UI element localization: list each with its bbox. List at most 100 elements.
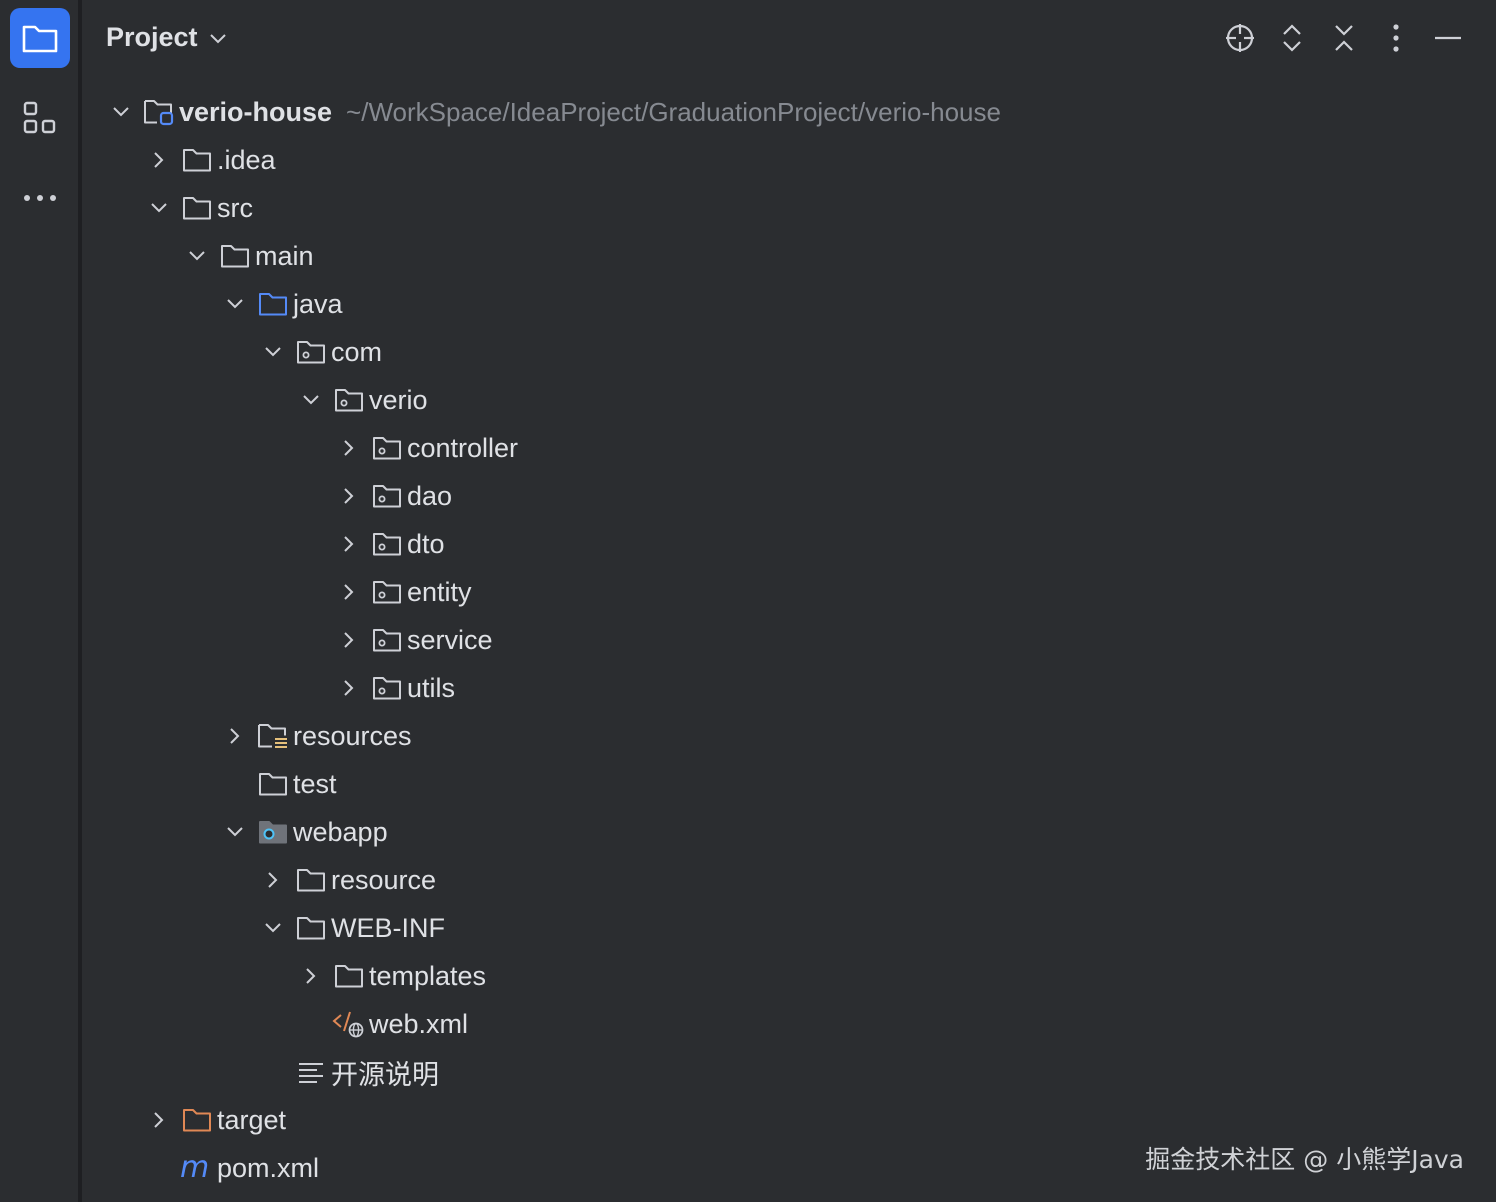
collapse-all-button[interactable] (1326, 20, 1362, 56)
folder-icon (332, 961, 366, 991)
chevron-down-icon[interactable] (106, 97, 136, 127)
tree-node[interactable]: utils (82, 664, 1496, 712)
tree-node-label: service (407, 624, 493, 655)
tree-node-label: utils (407, 672, 456, 703)
resources-root-folder-icon (256, 721, 290, 751)
web-folder-icon (256, 817, 290, 847)
chevron-right-icon[interactable] (296, 961, 326, 991)
chevron-right-icon[interactable] (144, 1105, 174, 1135)
package-icon (370, 529, 404, 559)
tree-node[interactable]: verio-house ~/WorkSpace/IdeaProject/Gradu… (82, 88, 1496, 136)
chevron-down-icon[interactable] (258, 913, 288, 943)
panel-title-dropdown[interactable]: Project (106, 22, 228, 53)
collapse-all-icon (1335, 25, 1353, 51)
options-button[interactable] (1378, 20, 1414, 56)
tree-node[interactable]: resources (82, 712, 1496, 760)
panel-title: Project (106, 22, 198, 52)
watermark: 掘金技术社区 @ 小熊学Java (1145, 1145, 1464, 1174)
chevron-down-icon[interactable] (220, 817, 250, 847)
tree-node[interactable]: resource (82, 856, 1496, 904)
expand-all-button[interactable] (1274, 20, 1310, 56)
tree-node[interactable]: main (82, 232, 1496, 280)
tree-node[interactable]: templates (82, 952, 1496, 1000)
folder-icon (22, 25, 58, 53)
tree-node-label: dto (407, 528, 445, 559)
package-icon (370, 625, 404, 655)
tree-node[interactable]: web.xml (82, 1000, 1496, 1048)
excluded-folder-icon (180, 1105, 214, 1135)
tree-node-label: src (217, 192, 253, 223)
minimize-icon (1435, 36, 1461, 40)
tree-node-label: resource (331, 864, 437, 895)
folder-icon (180, 193, 214, 223)
tree-node[interactable]: dao (82, 472, 1496, 520)
tree-node[interactable]: target (82, 1096, 1496, 1144)
tree-node-label: .idea (217, 144, 276, 175)
structure-tool-button[interactable] (10, 88, 70, 148)
tree-node-label: resources (293, 720, 412, 751)
tree-node[interactable]: 开源说明 (82, 1048, 1496, 1096)
chevron-down-icon (209, 33, 226, 43)
tree-node[interactable]: verio (82, 376, 1496, 424)
svg-text:m: m (180, 1153, 209, 1183)
expand-all-icon (1283, 24, 1301, 52)
tree-node[interactable]: WEB-INF (82, 904, 1496, 952)
package-icon (370, 433, 404, 463)
chevron-right-icon[interactable] (334, 529, 364, 559)
more-vertical-icon (1393, 24, 1399, 52)
tree-node[interactable]: controller (82, 424, 1496, 472)
chevron-down-icon[interactable] (220, 289, 250, 319)
package-icon (370, 577, 404, 607)
panel-header: Project (82, 0, 1496, 78)
more-tools-button[interactable] (10, 168, 70, 228)
chevron-down-icon[interactable] (182, 241, 212, 271)
tree-node[interactable]: com (82, 328, 1496, 376)
tree-node-label: verio-house (179, 96, 333, 127)
chevron-right-icon[interactable] (258, 865, 288, 895)
chevron-right-icon[interactable] (334, 577, 364, 607)
chevron-right-icon[interactable] (220, 721, 250, 751)
structure-icon (23, 101, 56, 134)
chevron-right-icon[interactable] (144, 145, 174, 175)
maven-file-icon: m (180, 1153, 214, 1183)
tree-node-label: verio (369, 384, 428, 415)
tree-node-label: java (293, 288, 343, 319)
package-icon (370, 673, 404, 703)
folder-icon (294, 913, 328, 943)
locate-button[interactable] (1222, 20, 1258, 56)
tree-node-label: test (293, 768, 337, 799)
package-icon (332, 385, 366, 415)
chevron-down-icon[interactable] (296, 385, 326, 415)
chevron-down-icon[interactable] (144, 193, 174, 223)
chevron-right-icon[interactable] (334, 625, 364, 655)
tree-node[interactable]: entity (82, 568, 1496, 616)
tree-node-label: 开源说明 (331, 1059, 439, 1090)
tree-node-label: com (331, 336, 383, 367)
tree-node[interactable]: java (82, 280, 1496, 328)
chevron-down-icon[interactable] (258, 337, 288, 367)
tree-node-label: WEB-INF (331, 912, 445, 943)
tree-node[interactable]: test (82, 760, 1496, 808)
package-icon (370, 481, 404, 511)
tree-node[interactable]: .idea (82, 136, 1496, 184)
tree-node-label: target (217, 1104, 287, 1135)
tree-node[interactable]: service (82, 616, 1496, 664)
folder-icon (294, 865, 328, 895)
tree-node-label: webapp (293, 816, 388, 847)
folder-icon (180, 145, 214, 175)
tree-node-label: pom.xml (217, 1152, 320, 1183)
xml-file-icon (332, 1009, 366, 1039)
project-panel: Project verio-house ~/WorkSpace/IdeaProj… (82, 0, 1496, 1202)
folder-icon (256, 769, 290, 799)
chevron-right-icon[interactable] (334, 433, 364, 463)
text-file-icon (294, 1057, 328, 1087)
chevron-right-icon[interactable] (334, 673, 364, 703)
hide-panel-button[interactable] (1430, 20, 1466, 56)
tree-node-label: entity (407, 576, 472, 607)
chevron-right-icon[interactable] (334, 481, 364, 511)
tree-node-label: controller (407, 432, 519, 463)
tree-node[interactable]: webapp (82, 808, 1496, 856)
project-tool-button[interactable] (10, 8, 70, 68)
tree-node[interactable]: dto (82, 520, 1496, 568)
tree-node[interactable]: src (82, 184, 1496, 232)
